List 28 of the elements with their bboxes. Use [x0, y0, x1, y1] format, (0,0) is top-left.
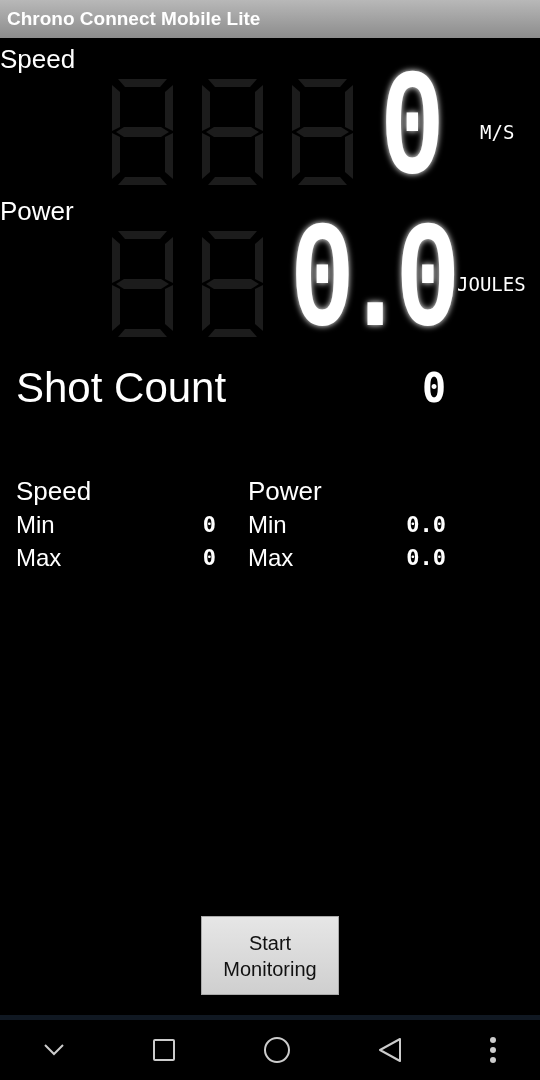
readout-label: Power [0, 196, 74, 226]
chevron-down-icon[interactable] [43, 1043, 66, 1057]
unit-label: M/S [480, 121, 515, 143]
shot-count-value: 0 [421, 365, 446, 411]
stat-value: 0.0 [406, 544, 446, 572]
unlit-digit-icon [200, 229, 265, 339]
back-icon[interactable] [377, 1037, 402, 1063]
unlit-digit-icon [290, 77, 355, 187]
stats-heading: Speed [16, 475, 93, 508]
unlit-digit-icon [200, 77, 265, 187]
stat-value: 0.0 [406, 511, 446, 539]
stat-label: Max [248, 543, 294, 573]
shot-count-label: Shot Count [16, 364, 227, 412]
stats-heading: Power [248, 475, 323, 508]
home-icon[interactable] [263, 1036, 291, 1064]
recents-icon[interactable] [152, 1038, 177, 1062]
stat-label: Min [248, 510, 287, 540]
start-monitoring-button[interactable]: Start Monitoring [201, 916, 339, 995]
digital-readout: 0 [380, 50, 445, 214]
stat-label: Max [16, 543, 62, 573]
unlit-digit-icon [110, 77, 175, 187]
stat-label: Min [16, 510, 55, 540]
window-title: Chrono Connect Mobile Lite [7, 8, 261, 30]
stat-value: 0 [202, 511, 216, 539]
stat-value: 0 [202, 544, 216, 572]
more-icon[interactable] [488, 1036, 497, 1064]
readout-label: Speed [0, 44, 76, 74]
unlit-digit-icon [110, 229, 175, 339]
